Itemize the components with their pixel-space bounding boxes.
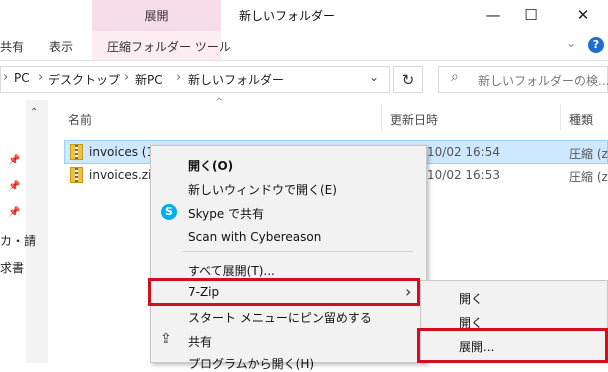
column-divider[interactable]	[381, 104, 382, 130]
column-divider[interactable]	[560, 104, 561, 130]
file-date: 10/02 16:53	[427, 168, 500, 182]
close-button[interactable]: ✕	[560, 0, 606, 30]
sort-indicator-icon: ^	[215, 97, 224, 108]
pin-icon: 📌	[8, 181, 21, 192]
chevron-right-icon: ›	[124, 70, 130, 85]
share-icon: ⇪	[160, 331, 172, 347]
context-menu	[150, 145, 427, 363]
highlight-extract	[417, 328, 608, 363]
submenu-item-open[interactable]: 開く	[459, 290, 483, 307]
menu-item-7zip[interactable]: 7-Zip	[188, 285, 219, 299]
menu-item-open-with[interactable]: プログラムから開く(H)	[188, 355, 314, 372]
zip-file-icon	[70, 144, 83, 160]
menu-item-share[interactable]: 共有	[188, 333, 212, 350]
scroll-up-icon[interactable]: ⌃	[30, 107, 38, 118]
pin-icon: 📌	[8, 207, 21, 218]
file-type: 圧縮 (z	[569, 170, 608, 184]
menu-item-extract-all[interactable]: すべて展開(T)...	[188, 262, 275, 279]
file-name: invoices.zip	[89, 168, 160, 182]
refresh-icon[interactable]: ↻	[393, 66, 423, 93]
menu-separator	[183, 251, 413, 252]
nav-item[interactable]: カ・請	[0, 232, 36, 249]
context-tab-extract[interactable]: 展開	[92, 7, 221, 24]
submenu-arrow-icon: ›	[405, 282, 412, 301]
tab-share[interactable]: 共有	[0, 38, 24, 55]
help-icon[interactable]: ?	[588, 37, 604, 53]
column-header-type[interactable]: 種類	[569, 111, 593, 128]
chevron-right-icon: ›	[3, 70, 9, 85]
tab-view[interactable]: 表示	[49, 38, 73, 55]
column-header-date[interactable]: 更新日時	[390, 111, 438, 128]
tab-compressed-folder-tools[interactable]: 圧縮フォルダー ツール	[107, 38, 231, 55]
file-date: 10/02 16:54	[427, 145, 500, 159]
menu-item-open-new-window[interactable]: 新しいウィンドウで開く(E)	[188, 181, 337, 198]
maximize-button[interactable]: ☐	[508, 0, 554, 30]
file-name: invoices (1	[89, 145, 155, 159]
menu-item-skype-share[interactable]: Skype で共有	[188, 205, 264, 222]
file-type: 圧縮 (z	[569, 147, 608, 161]
ribbon-divider	[0, 60, 608, 61]
column-header-name[interactable]: 名前	[68, 111, 92, 128]
skype-icon: S	[161, 204, 177, 220]
menu-item-open[interactable]: 開く(O)	[188, 157, 233, 174]
breadcrumb-pc[interactable]: PC	[14, 71, 30, 85]
menu-item-scan-cybereason[interactable]: Scan with Cybereason	[188, 230, 321, 244]
submenu-item-extract[interactable]: 展開...	[459, 338, 494, 355]
search-placeholder: 新しいフォルダーの検...	[478, 74, 608, 88]
zip-file-icon	[70, 167, 83, 183]
chevron-down-icon[interactable]: ⌄	[566, 36, 576, 50]
pin-icon: 📌	[8, 155, 21, 166]
address-dropdown-icon[interactable]: ⌄	[369, 70, 379, 84]
window-title: 新しいフォルダー	[239, 9, 336, 23]
chevron-right-icon: ›	[176, 70, 182, 85]
search-icon: ⌕	[451, 69, 459, 85]
breadcrumb-newpc[interactable]: 新PC	[135, 71, 163, 88]
nav-item[interactable]: 求書	[0, 259, 24, 276]
chevron-right-icon: ›	[38, 70, 44, 85]
menu-item-pin-start[interactable]: スタート メニューにピン留めする	[188, 309, 372, 326]
breadcrumb-desktop[interactable]: デスクトップ	[48, 71, 120, 88]
breadcrumb-new-folder[interactable]: 新しいフォルダー	[188, 71, 284, 88]
